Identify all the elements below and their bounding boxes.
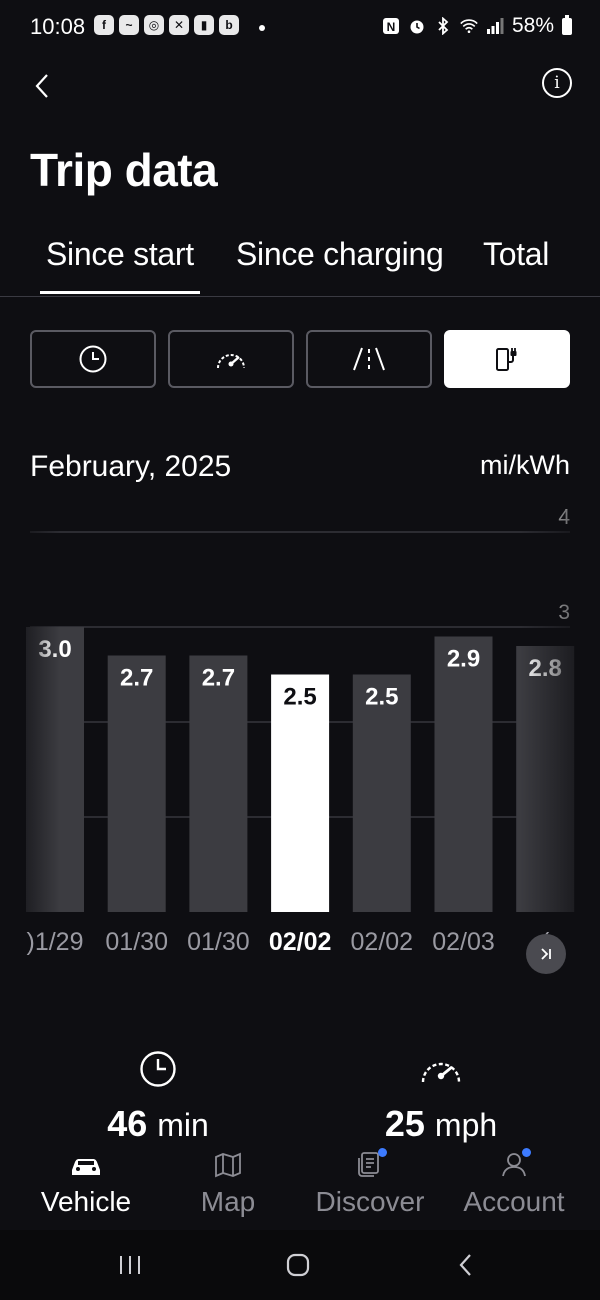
bar-value-label: 2.9 <box>447 646 480 673</box>
notification-dot <box>259 25 265 31</box>
xbox-icon: ✕ <box>169 15 189 35</box>
bar-value-label: 3.0 <box>38 636 71 663</box>
discover-badge <box>378 1148 387 1157</box>
tab-since-start[interactable]: Since start <box>40 236 200 294</box>
speedometer-icon <box>217 354 245 369</box>
clock-icon <box>140 1051 176 1087</box>
nav-vehicle[interactable]: Vehicle <box>16 1140 156 1218</box>
page-title: Trip data <box>30 144 218 196</box>
nav-vehicle-label: Vehicle <box>40 1186 132 1217</box>
svg-text:N: N <box>387 20 396 34</box>
nav-account-label: Account <box>463 1186 565 1217</box>
status-app-icons: f ~ ◎ ✕ ▮ b <box>94 15 239 35</box>
speed-value: 25 mph <box>384 1103 498 1144</box>
consumption-chart: 012343.0)1/292.701/302.701/302.502/022.5… <box>0 500 600 960</box>
status-time: 10:08 <box>30 14 86 39</box>
chevron-left-icon <box>35 74 48 98</box>
signal-icon <box>486 17 504 35</box>
bottom-navigation: Vehicle Map Discover Account <box>0 1140 600 1230</box>
car-icon <box>72 1159 100 1175</box>
chart-bar <box>434 636 493 912</box>
y-tick-label: 4 <box>558 506 570 529</box>
nav-account[interactable]: Account <box>444 1140 584 1218</box>
metric-speed-button[interactable] <box>168 330 294 388</box>
twitch-icon: ▮ <box>194 15 214 35</box>
wifi-icon <box>460 17 478 35</box>
tab-since-charging[interactable]: Since charging <box>236 236 444 273</box>
road-icon <box>353 347 385 371</box>
facebook-icon: f <box>94 15 114 35</box>
x-tick-label: 02/02 <box>269 928 332 956</box>
tab-total[interactable]: Total <box>483 236 549 273</box>
status-indicators: N 58% <box>382 14 572 38</box>
bar-value-label: 2.5 <box>283 684 316 711</box>
recent-apps-icon <box>120 1256 140 1274</box>
chart-bar <box>26 627 84 912</box>
bar-value-label: 2.7 <box>202 665 235 692</box>
battery-icon <box>562 14 572 35</box>
chevron-left-icon <box>459 1254 471 1276</box>
trip-tabs: Since start Since charging Total <box>0 230 600 297</box>
x-tick-label: 02/03 <box>432 928 495 956</box>
home-button[interactable] <box>278 1248 318 1282</box>
chart-bar <box>107 655 166 912</box>
nav-map-label: Map <box>200 1186 256 1217</box>
bar-value-label: 2.7 <box>120 665 153 692</box>
charging-icon <box>496 348 517 371</box>
info-button[interactable]: i <box>542 68 572 98</box>
bar-value-label: 2.5 <box>365 684 398 711</box>
x-tick-label: 02/02 <box>351 928 414 956</box>
metric-consumption-button[interactable] <box>444 330 570 388</box>
chart-month-label: February, 2025 <box>30 450 232 483</box>
home-icon <box>286 1253 310 1277</box>
chart-bar <box>516 646 575 912</box>
map-icon <box>215 1152 241 1178</box>
nav-map[interactable]: Map <box>158 1140 298 1218</box>
chart-jump-to-end-button[interactable] <box>526 934 566 974</box>
back-button[interactable] <box>22 66 62 106</box>
stat-duration: 46 min <box>48 1050 268 1145</box>
x-tick-label: )1/29 <box>27 928 84 956</box>
messenger-icon: ~ <box>119 15 139 35</box>
stat-speed: 25 mph <box>331 1050 551 1145</box>
info-icon: i <box>554 73 560 93</box>
duration-value: 46 min <box>107 1103 209 1144</box>
metric-time-button[interactable] <box>30 330 156 388</box>
bluetooth-icon <box>434 17 452 35</box>
alarm-icon <box>408 17 426 35</box>
system-back-button[interactable] <box>446 1248 486 1282</box>
instagram-icon: ◎ <box>144 15 164 35</box>
bar-value-label: 2.8 <box>529 655 562 682</box>
chart-bar <box>189 655 248 912</box>
speedometer-icon <box>421 1062 461 1083</box>
x-tick-label: 01/30 <box>187 928 250 956</box>
status-bar: 10:08 f ~ ◎ ✕ ▮ b N 58% <box>0 0 600 56</box>
bluesky-icon: b <box>219 15 239 35</box>
clock-icon <box>79 345 107 373</box>
metric-distance-button[interactable] <box>306 330 432 388</box>
nfc-icon: N <box>382 17 400 35</box>
chart-unit-label: mi/kWh <box>480 450 570 480</box>
account-badge <box>522 1148 531 1157</box>
nav-discover-label: Discover <box>315 1186 425 1217</box>
y-tick-label: 3 <box>558 601 570 624</box>
x-tick-label: 01/30 <box>105 928 168 956</box>
recent-apps-button[interactable] <box>110 1248 150 1282</box>
battery-percent: 58% <box>511 14 554 37</box>
nav-discover[interactable]: Discover <box>300 1140 440 1218</box>
android-navigation-bar <box>0 1230 600 1300</box>
consumption-chart-svg: 012343.0)1/292.701/302.701/302.502/022.5… <box>26 506 575 956</box>
skip-next-icon <box>541 948 551 960</box>
